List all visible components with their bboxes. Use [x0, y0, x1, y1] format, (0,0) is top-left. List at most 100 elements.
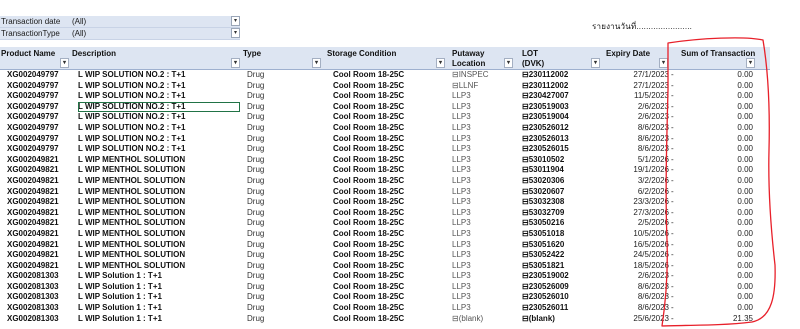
cell-expiry-date[interactable]: 8/6/2023 [610, 303, 669, 314]
cell-description[interactable]: L WIP MENTHOL SOLUTION [78, 197, 240, 208]
cell-storage-condition[interactable]: Cool Room 18-25C [333, 218, 443, 229]
cell-putaway-location[interactable]: LLP3 [452, 91, 510, 102]
header-product-name[interactable]: Product Name ▾ [0, 47, 70, 69]
cell-separator[interactable]: - [671, 229, 679, 240]
table-row[interactable]: XG002049821 L WIP MENTHOL SOLUTION Drug Coo… [0, 208, 770, 219]
cell-separator[interactable]: - [671, 303, 679, 314]
cell-type[interactable]: Drug [247, 81, 317, 92]
filter-transaction-date[interactable]: Transaction date (All) ▾ [0, 16, 240, 28]
table-row[interactable]: XG002081303 L WIP Solution 1 : T+1 Drug Coo… [0, 271, 770, 282]
cell-lot[interactable]: ⊟53032709 [522, 208, 602, 219]
cell-storage-condition[interactable]: Cool Room 18-25C [333, 187, 443, 198]
filter-icon[interactable]: ▾ [746, 58, 755, 68]
cell-expiry-date[interactable]: 18/5/2026 [610, 261, 669, 272]
cell-separator[interactable]: - [671, 102, 679, 113]
cell-lot[interactable]: ⊟53011904 [522, 165, 602, 176]
cell-separator[interactable]: - [671, 218, 679, 229]
table-row[interactable]: XG002081303 L WIP Solution 1 : T+1 Drug Coo… [0, 303, 770, 314]
cell-sum-of-transaction[interactable]: 0.00 [700, 81, 753, 92]
cell-separator[interactable]: - [671, 197, 679, 208]
cell-sum-of-transaction[interactable]: 0.00 [700, 218, 753, 229]
cell-putaway-location[interactable]: LLP3 [452, 176, 510, 187]
cell-sum-of-transaction[interactable]: 0.00 [700, 229, 753, 240]
cell-sum-of-transaction[interactable]: 0.00 [700, 303, 753, 314]
cell-storage-condition[interactable]: Cool Room 18-25C [333, 271, 443, 282]
cell-expiry-date[interactable]: 5/1/2026 [610, 155, 669, 166]
cell-expiry-date[interactable]: 2/5/2026 [610, 218, 669, 229]
cell-sum-of-transaction[interactable]: 0.00 [700, 70, 753, 81]
cell-putaway-location[interactable]: LLP3 [452, 208, 510, 219]
cell-lot[interactable]: ⊟53020607 [522, 187, 602, 198]
cell-separator[interactable]: - [671, 134, 679, 145]
cell-description[interactable]: L WIP Solution 1 : T+1 [78, 292, 240, 303]
cell-expiry-date[interactable]: 8/6/2023 [610, 144, 669, 155]
cell-expiry-date[interactable]: 6/2/2026 [610, 187, 669, 198]
table-row[interactable]: XG002049797 L WIP SOLUTION NO.2 : T+1 Drug… [0, 81, 770, 92]
dropdown-icon[interactable]: ▾ [659, 58, 668, 68]
cell-separator[interactable]: - [671, 176, 679, 187]
table-row[interactable]: XG002049797 L WIP SOLUTION NO.2 : T+1 Drug… [0, 144, 770, 155]
table-row[interactable]: XG002049821 L WIP MENTHOL SOLUTION Drug Coo… [0, 197, 770, 208]
cell-type[interactable]: Drug [247, 250, 317, 261]
cell-type[interactable]: Drug [247, 208, 317, 219]
cell-storage-condition[interactable]: Cool Room 18-25C [333, 314, 443, 325]
cell-putaway-location[interactable]: LLP3 [452, 250, 510, 261]
table-row[interactable]: XG002049821 L WIP MENTHOL SOLUTION Drug Coo… [0, 176, 770, 187]
cell-storage-condition[interactable]: Cool Room 18-25C [333, 70, 443, 81]
cell-sum-of-transaction[interactable]: 0.00 [700, 91, 753, 102]
cell-putaway-location[interactable]: LLP3 [452, 282, 510, 293]
cell-lot[interactable]: ⊟53020306 [522, 176, 602, 187]
filter-transaction-type[interactable]: TransactionType (All) ▾ [0, 28, 240, 40]
cell-type[interactable]: Drug [247, 292, 317, 303]
dropdown-icon[interactable]: ▾ [231, 16, 240, 26]
cell-storage-condition[interactable]: Cool Room 18-25C [333, 261, 443, 272]
cell-storage-condition[interactable]: Cool Room 18-25C [333, 165, 443, 176]
cell-storage-condition[interactable]: Cool Room 18-25C [333, 282, 443, 293]
cell-expiry-date[interactable]: 2/6/2023 [610, 112, 669, 123]
cell-putaway-location[interactable]: LLP3 [452, 112, 510, 123]
cell-description[interactable]: L WIP MENTHOL SOLUTION [78, 261, 240, 272]
table-row[interactable]: XG002049797 L WIP SOLUTION NO.2 : T+1 Drug… [0, 112, 770, 123]
cell-sum-of-transaction[interactable]: 0.00 [700, 292, 753, 303]
cell-type[interactable]: Drug [247, 144, 317, 155]
cell-separator[interactable]: - [671, 144, 679, 155]
cell-lot[interactable]: ⊟53051018 [522, 229, 602, 240]
table-row[interactable]: XG002049821 L WIP MENTHOL SOLUTION Drug Coo… [0, 155, 770, 166]
cell-lot[interactable]: ⊟230519004 [522, 112, 602, 123]
cell-lot[interactable]: ⊟230526015 [522, 144, 602, 155]
cell-description[interactable]: L WIP SOLUTION NO.2 : T+1 [78, 91, 240, 102]
cell-description[interactable]: L WIP SOLUTION NO.2 : T+1 [78, 134, 240, 145]
cell-putaway-location[interactable]: LLP3 [452, 229, 510, 240]
cell-putaway-location[interactable]: LLP3 [452, 165, 510, 176]
cell-type[interactable]: Drug [247, 91, 317, 102]
header-description[interactable]: Description ▾ [71, 47, 241, 69]
cell-expiry-date[interactable]: 3/2/2026 [610, 176, 669, 187]
cell-putaway-location[interactable]: LLP3 [452, 292, 510, 303]
table-row[interactable]: XG002049821 L WIP MENTHOL SOLUTION Drug Coo… [0, 187, 770, 198]
cell-description[interactable]: L WIP Solution 1 : T+1 [78, 314, 240, 325]
cell-storage-condition[interactable]: Cool Room 18-25C [333, 112, 443, 123]
cell-expiry-date[interactable]: 19/1/2026 [610, 165, 669, 176]
filter-icon[interactable]: ▾ [231, 28, 240, 38]
cell-sum-of-transaction[interactable]: 0.00 [700, 102, 753, 113]
cell-separator[interactable]: - [671, 292, 679, 303]
cell-putaway-location[interactable]: LLP3 [452, 218, 510, 229]
cell-type[interactable]: Drug [247, 282, 317, 293]
cell-separator[interactable]: - [671, 187, 679, 198]
cell-description[interactable]: L WIP MENTHOL SOLUTION [78, 176, 240, 187]
table-row[interactable]: XG002081303 L WIP Solution 1 : T+1 Drug Coo… [0, 314, 770, 325]
table-row[interactable]: XG002081303 L WIP Solution 1 : T+1 Drug Coo… [0, 282, 770, 293]
cell-storage-condition[interactable]: Cool Room 18-25C [333, 102, 443, 113]
header-storage-condition[interactable]: Storage Condition ▾ [326, 47, 446, 69]
dropdown-icon[interactable]: ▾ [60, 58, 69, 68]
cell-sum-of-transaction[interactable]: 0.00 [700, 208, 753, 219]
cell-expiry-date[interactable]: 8/6/2023 [610, 282, 669, 293]
cell-sum-of-transaction[interactable]: 0.00 [700, 187, 753, 198]
cell-expiry-date[interactable]: 8/6/2023 [610, 123, 669, 134]
cell-putaway-location[interactable]: LLP3 [452, 102, 510, 113]
cell-expiry-date[interactable]: 8/6/2023 [610, 292, 669, 303]
cell-putaway-location[interactable]: LLP3 [452, 144, 510, 155]
cell-lot[interactable]: ⊟53050216 [522, 218, 602, 229]
table-row[interactable]: XG002049821 L WIP MENTHOL SOLUTION Drug Coo… [0, 218, 770, 229]
dropdown-icon[interactable]: ▾ [231, 58, 240, 68]
